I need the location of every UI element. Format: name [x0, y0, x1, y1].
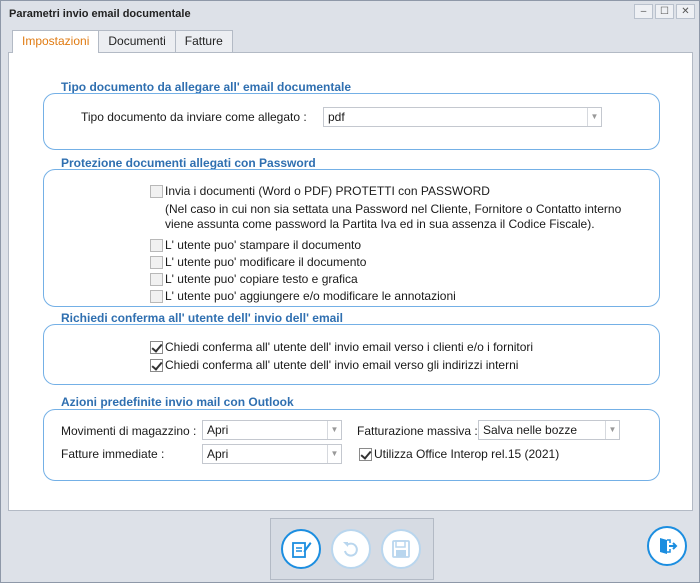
- movements-select[interactable]: Apri ▼: [202, 420, 342, 440]
- tab-bar: Impostazioni Documenti Fatture: [12, 30, 233, 53]
- immediate-invoices-value: Apri: [207, 447, 229, 461]
- section-title-confirm: Richiedi conferma all' utente dell' invi…: [61, 311, 343, 325]
- window-title: Parametri invio email documentale: [9, 8, 191, 20]
- password-note-line1: (Nel caso in cui non sia settata una Pas…: [165, 202, 622, 216]
- edit-label: L' utente puo' modificare il documento: [165, 255, 367, 269]
- print-label: L' utente puo' stampare il documento: [165, 238, 362, 252]
- office-interop-option[interactable]: Utilizza Office Interop rel.15 (2021): [359, 447, 559, 461]
- exit-button[interactable]: [647, 526, 687, 566]
- option-edit[interactable]: L' utente puo' modificare il documento: [150, 255, 366, 269]
- confirm-internal-label: Chiedi conferma all' utente dell' invio …: [165, 358, 519, 372]
- immediate-invoices-select[interactable]: Apri ▼: [202, 444, 342, 464]
- exit-door-icon: [660, 538, 678, 554]
- protect-checkbox[interactable]: [150, 184, 163, 198]
- section-title-password: Protezione documenti allegati con Passwo…: [61, 156, 316, 170]
- copy-checkbox[interactable]: [150, 272, 163, 286]
- option-annotations[interactable]: L' utente puo' aggiungere e/o modificare…: [150, 289, 456, 303]
- edit-button[interactable]: [281, 529, 321, 569]
- section-title-document-type: Tipo documento da allegare all' email do…: [61, 80, 352, 94]
- option-copy[interactable]: L' utente puo' copiare testo e grafica: [150, 272, 358, 286]
- chevron-down-icon: ▼: [327, 445, 341, 463]
- confirm-internal-checkbox[interactable]: [150, 358, 163, 372]
- protect-label: Invia i documenti (Word o PDF) PROTETTI …: [165, 184, 490, 198]
- chevron-down-icon: ▼: [327, 421, 341, 439]
- tab-fatture[interactable]: Fatture: [174, 30, 233, 52]
- maximize-button[interactable]: ☐: [655, 4, 674, 19]
- option-confirm-internal[interactable]: Chiedi conferma all' utente dell' invio …: [150, 358, 518, 372]
- bulk-invoicing-value: Salva nelle bozze: [483, 423, 578, 437]
- document-type-label: Tipo documento da inviare come allegato …: [81, 110, 307, 124]
- password-note-line2: viene assunta come password la Partita I…: [165, 217, 595, 231]
- immediate-invoices-label: Fatture immediate :: [61, 447, 165, 461]
- document-type-value: pdf: [328, 110, 345, 124]
- tab-documenti[interactable]: Documenti: [98, 30, 176, 52]
- option-print[interactable]: L' utente puo' stampare il documento: [150, 238, 361, 252]
- bulk-invoicing-select[interactable]: Salva nelle bozze ▼: [478, 420, 620, 440]
- chevron-down-icon: ▼: [605, 421, 619, 439]
- title-bar: Parametri invio email documentale – ☐ ✕: [1, 1, 699, 27]
- save-button[interactable]: [381, 529, 421, 569]
- tab-impostazioni[interactable]: Impostazioni: [12, 30, 100, 53]
- office-interop-checkbox[interactable]: [359, 447, 372, 461]
- minimize-button[interactable]: –: [634, 4, 653, 19]
- office-interop-label: Utilizza Office Interop rel.15 (2021): [374, 447, 560, 461]
- confirm-clients-label: Chiedi conferma all' utente dell' invio …: [165, 340, 534, 354]
- document-type-select[interactable]: pdf ▼: [323, 107, 602, 127]
- close-button[interactable]: ✕: [676, 4, 695, 19]
- bulk-invoicing-label: Fatturazione massiva :: [357, 424, 478, 438]
- edit-document-icon: [292, 542, 312, 558]
- undo-icon: [343, 542, 358, 557]
- protect-option[interactable]: Invia i documenti (Word o PDF) PROTETTI …: [150, 184, 490, 198]
- annotations-checkbox[interactable]: [150, 289, 163, 303]
- action-toolbar: [270, 518, 434, 580]
- confirm-clients-checkbox[interactable]: [150, 340, 163, 354]
- dialog-window: Parametri invio email documentale – ☐ ✕ …: [0, 0, 700, 583]
- undo-button[interactable]: [331, 529, 371, 569]
- print-checkbox[interactable]: [150, 238, 163, 252]
- option-confirm-clients[interactable]: Chiedi conferma all' utente dell' invio …: [150, 340, 533, 354]
- copy-label: L' utente puo' copiare testo e grafica: [165, 272, 358, 286]
- chevron-down-icon: ▼: [587, 108, 601, 126]
- section-box-confirm: [43, 324, 660, 385]
- movements-value: Apri: [207, 423, 229, 437]
- settings-panel: Tipo documento da allegare all' email do…: [8, 52, 693, 511]
- section-title-outlook: Azioni predefinite invio mail con Outloo…: [61, 395, 294, 409]
- floppy-disk-icon: [392, 540, 410, 558]
- annotations-label: L' utente puo' aggiungere e/o modificare…: [165, 289, 456, 303]
- edit-checkbox[interactable]: [150, 255, 163, 269]
- movements-label: Movimenti di magazzino :: [61, 424, 197, 438]
